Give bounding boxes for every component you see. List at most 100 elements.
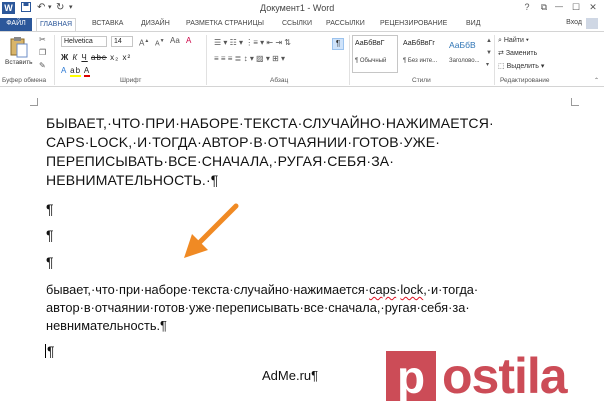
select-button[interactable]: ⬚ Выделить ▾ [498,62,544,71]
find-button[interactable]: ⌕ Найти ▾ [498,36,529,45]
replace-icon: ⇄ [498,50,504,57]
font-format-row: Ж К Ч abc x₂ x² [61,53,131,63]
uppercase-line-2: CAPS·LOCK,·И·ТОГДА·АВТОР·В·ОТЧАЯНИИ·ГОТО… [46,134,441,150]
style-name: ¶ Обычный [355,58,387,64]
subscript-icon[interactable]: x₂ [110,53,119,62]
group-clipboard-label: Буфер обмена [2,77,47,84]
font-color-icon[interactable]: A [83,66,91,77]
find-icon: ⌕ [498,37,502,44]
bold-button[interactable]: Ж [61,53,69,62]
misspelled-word[interactable]: caps [369,282,396,297]
tab-design[interactable]: ДИЗАЙН [141,18,170,31]
clear-formatting-icon[interactable]: A [186,36,191,46]
postila-logo-icon: p [386,351,436,403]
ribbon-display-button[interactable]: ⧉ [537,1,551,13]
minimize-button[interactable]: — [552,1,566,13]
style-name: Заголово... [449,58,480,64]
collapse-ribbon-icon[interactable]: ⌃ [594,76,599,86]
paste-icon[interactable] [10,36,28,58]
uppercase-line-3: ПЕРЕПИСЫВАТЬ·ВСЕ·СНАЧАЛА,·РУГАЯ·СЕБЯ·ЗА· [46,153,395,169]
group-font-label: Шрифт [120,77,142,84]
grow-font-icon[interactable]: A▲ [139,36,149,49]
tab-home[interactable]: ГЛАВНАЯ [36,18,77,31]
group-separator [54,35,55,85]
underline-button[interactable]: Ч [81,53,87,62]
font-color-row: A ab A [61,66,91,77]
style-normal[interactable]: АаБбВвГ ¶ Обычный [352,35,398,73]
misspelled-word[interactable]: lock [400,282,423,297]
style-no-spacing[interactable]: АаБбВвГг ¶ Без инте... [400,35,446,73]
tab-mailings[interactable]: РАССЫЛКИ [326,18,365,31]
tab-insert[interactable]: ВСТАВКА [92,18,123,31]
strikethrough-icon[interactable]: abc [91,53,107,62]
group-separator [494,35,495,85]
empty-paragraph-mark: ¶ [46,254,54,270]
group-separator [206,35,207,85]
tab-file[interactable]: ФАЙЛ [0,18,32,31]
find-label: Найти [503,37,524,44]
lowercase-line-2: автор·в·отчаянии·готов·уже·переписывать·… [46,300,470,315]
paste-button[interactable]: Вставить [5,59,33,66]
svg-text:p: p [397,351,425,403]
uppercase-line-4: НЕВНИМАТЕЛЬНОСТЬ.·¶ [46,172,219,188]
group-editing-label: Редактирование [500,77,550,84]
group-separator [349,35,350,85]
margin-corner-top-right [571,98,579,106]
empty-paragraph-mark: ¶ [47,343,55,359]
undo-icon[interactable]: ↶ [37,2,45,14]
select-label: Выделить [506,63,539,70]
style-preview: АаБбВвГг [403,40,435,47]
highlight-icon[interactable]: ab [70,66,82,77]
change-case-icon[interactable]: Aa [170,36,180,46]
ribbon-tabs: ФАЙЛ ГЛАВНАЯ ВСТАВКА ДИЗАЙН РАЗМЕТКА СТР… [0,17,604,31]
style-preview: АаБбВ [449,40,476,50]
close-button[interactable]: ✕ [586,1,600,13]
customize-qat-icon[interactable]: ▾ [69,2,73,14]
text-effects-icon[interactable]: A [61,66,67,75]
styles-scroll-up-icon[interactable]: ▲ [486,36,492,46]
redo-icon[interactable]: ↻ [56,2,64,14]
lowercase-line-1: бывает,·что·при·наборе·текста·случайно·н… [46,281,478,298]
title-bar: W ↶ ▾ ↻ ▾ Документ1 - Word ? ⧉ — ☐ ✕ [0,0,604,17]
tab-references[interactable]: ССЫЛКИ [282,18,312,31]
margin-corner-top-left [30,98,38,106]
show-formatting-marks-button[interactable]: ¶ [332,38,344,50]
alignment-buttons-row[interactable]: ≡ ≡ ≡ ≣ ↕ ▾ ▨ ▾ ⊞ ▾ [214,54,285,64]
tab-view[interactable]: ВИД [466,18,480,31]
list-buttons-row[interactable]: ☰ ▾ ☷ ▾ ⋮≡ ▾ ⇤ ⇥ ⇅ [214,38,291,48]
tab-page-layout[interactable]: РАЗМЕТКА СТРАНИЦЫ [186,18,264,31]
shrink-font-icon[interactable]: A▼ [155,36,165,49]
text-cursor [45,344,46,358]
word-logo-icon: W [2,2,15,14]
word-window: { "titlebar": { "logo": "W", "doc_title"… [0,0,604,415]
orange-arrow-icon [184,203,239,258]
help-button[interactable]: ? [520,1,534,13]
italic-button[interactable]: К [72,53,78,62]
superscript-icon[interactable]: x² [122,53,131,62]
watermark-text: ostila [442,348,568,404]
text-run: бывает,·что·при·наборе·текста·случайно·н… [46,282,370,297]
uppercase-line-1: БЫВАЕТ,·ЧТО·ПРИ·НАБОРЕ·ТЕКСТА·СЛУЧАЙНО·Н… [46,115,494,131]
ribbon-home: Вставить ✂ ❐ ✎ Буфер обмена Helvetica 14… [0,31,604,87]
document-title: Документ1 - Word [260,3,335,13]
font-size-select[interactable]: 14 [111,36,133,47]
empty-paragraph-mark: ¶ [46,201,54,217]
group-paragraph-label: Абзац [270,77,289,84]
sign-in-link[interactable]: Вход [566,19,582,26]
font-name-select[interactable]: Helvetica [61,36,107,47]
cut-icon[interactable]: ✂ [39,35,46,45]
undo-dropdown-icon[interactable]: ▾ [48,2,52,14]
save-icon[interactable] [21,2,31,16]
user-avatar-icon[interactable] [586,18,598,29]
replace-button[interactable]: ⇄ Заменить [498,49,537,58]
tab-review[interactable]: РЕЦЕНЗИРОВАНИЕ [380,18,447,31]
maximize-button[interactable]: ☐ [569,1,583,13]
format-painter-icon[interactable]: ✎ [39,61,46,71]
adme-caption: AdMe.ru¶ [262,368,319,383]
styles-more-icon[interactable]: ▾ [486,60,489,70]
styles-scroll-down-icon[interactable]: ▼ [486,48,492,58]
select-dropdown-icon: ▾ [540,63,545,70]
find-dropdown-icon: ▾ [525,37,529,44]
copy-icon[interactable]: ❐ [39,48,46,58]
style-preview: АаБбВвГ [355,40,385,47]
